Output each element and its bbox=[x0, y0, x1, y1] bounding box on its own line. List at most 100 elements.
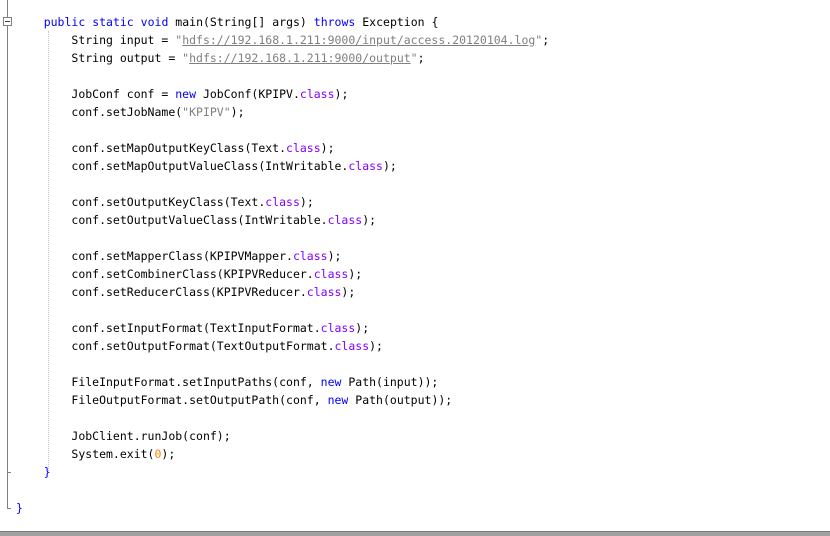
code-line[interactable] bbox=[16, 409, 549, 427]
code-area[interactable]: public static void main(String[] args) t… bbox=[16, 13, 549, 517]
code-editor[interactable]: public static void main(String[] args) t… bbox=[0, 0, 830, 536]
code-token: conf.setReducerClass(KPIPVReducer. bbox=[71, 285, 307, 299]
code-line[interactable]: String input = "hdfs://192.168.1.211:900… bbox=[16, 31, 549, 49]
code-line[interactable]: String output = "hdfs://192.168.1.211:90… bbox=[16, 49, 549, 67]
code-token: throws bbox=[313, 15, 356, 29]
code-line[interactable] bbox=[16, 481, 549, 499]
code-line[interactable]: conf.setJobName("KPIPV"); bbox=[16, 103, 549, 121]
code-token: JobConf(KPIPV. bbox=[196, 87, 300, 101]
code-token: class bbox=[286, 141, 321, 155]
code-token: conf.setCombinerClass(KPIPVReducer. bbox=[71, 267, 314, 281]
code-token: new bbox=[320, 375, 342, 389]
code-token: ); bbox=[299, 195, 314, 209]
code-token: ); bbox=[369, 339, 383, 353]
code-token: conf.setOutputKeyClass(Text. bbox=[71, 195, 266, 209]
code-line[interactable]: } bbox=[16, 463, 549, 481]
code-link[interactable]: hdfs://192.168.1.211:9000/output bbox=[189, 51, 411, 65]
code-token: } bbox=[16, 501, 23, 515]
code-token: main(String[] args) bbox=[168, 15, 314, 29]
code-line[interactable] bbox=[16, 175, 549, 193]
code-token: class bbox=[306, 285, 342, 299]
code-token: ); bbox=[334, 87, 349, 101]
code-token: new bbox=[327, 393, 349, 407]
code-line[interactable]: conf.setInputFormat(TextInputFormat.clas… bbox=[16, 319, 549, 337]
fold-end-marker bbox=[7, 472, 11, 473]
code-token: "KPIPV" bbox=[182, 105, 231, 119]
code-line[interactable]: JobConf conf = new JobConf(KPIPV.class); bbox=[16, 85, 549, 103]
code-token: conf.setJobName( bbox=[71, 105, 183, 119]
code-token: ); bbox=[348, 267, 363, 281]
code-token: Path(input)); bbox=[341, 375, 439, 389]
code-line[interactable]: conf.setMapOutputKeyClass(Text.class); bbox=[16, 139, 549, 157]
code-token: public bbox=[43, 15, 86, 29]
code-line[interactable]: FileInputFormat.setInputPaths(conf, new … bbox=[16, 373, 549, 391]
code-token: ; bbox=[417, 51, 425, 65]
horizontal-scrollbar[interactable] bbox=[0, 531, 830, 536]
code-token: conf.setMapOutputKeyClass(Text. bbox=[71, 141, 287, 155]
code-token: conf.setInputFormat(TextInputFormat. bbox=[71, 321, 321, 335]
code-token: FileInputFormat.setInputPaths(conf, bbox=[71, 375, 321, 389]
code-line[interactable]: conf.setMapOutputValueClass(IntWritable.… bbox=[16, 157, 549, 175]
code-line[interactable]: System.exit(0); bbox=[16, 445, 549, 463]
code-token: ); bbox=[320, 141, 335, 155]
code-line[interactable]: conf.setOutputFormat(TextOutputFormat.cl… bbox=[16, 337, 549, 355]
code-token: conf.setOutputFormat(TextOutputFormat. bbox=[71, 339, 335, 353]
code-token: class bbox=[313, 267, 349, 281]
code-line[interactable]: JobClient.runJob(conf); bbox=[16, 427, 549, 445]
code-token: class bbox=[327, 213, 363, 227]
code-line[interactable] bbox=[16, 67, 549, 85]
code-line[interactable] bbox=[16, 229, 549, 247]
code-token: new bbox=[175, 87, 197, 101]
code-token: void bbox=[140, 15, 169, 29]
fold-end-marker bbox=[7, 508, 11, 509]
code-token: conf.setOutputValueClass(IntWritable. bbox=[71, 213, 328, 227]
code-token: FileOutputFormat.setOutputPath(conf, bbox=[71, 393, 328, 407]
code-token: Path(output)); bbox=[348, 393, 453, 407]
code-token: Exception { bbox=[355, 15, 439, 29]
code-token: static bbox=[92, 15, 134, 29]
code-line[interactable] bbox=[16, 301, 549, 319]
fold-margin bbox=[0, 0, 16, 530]
fold-collapse-icon[interactable] bbox=[3, 17, 12, 26]
code-line[interactable]: conf.setCombinerClass(KPIPVReducer.class… bbox=[16, 265, 549, 283]
code-line[interactable]: public static void main(String[] args) t… bbox=[16, 13, 549, 31]
code-line[interactable]: } bbox=[16, 499, 549, 517]
code-token: class bbox=[334, 339, 370, 353]
code-line[interactable]: conf.setOutputKeyClass(Text.class); bbox=[16, 193, 549, 211]
code-token: class bbox=[348, 159, 383, 173]
code-token: ; bbox=[542, 33, 550, 47]
code-line[interactable]: conf.setOutputValueClass(IntWritable.cla… bbox=[16, 211, 549, 229]
code-token: } bbox=[43, 465, 51, 479]
code-token: JobConf conf = bbox=[71, 87, 176, 101]
code-line[interactable]: FileOutputFormat.setOutputPath(conf, new… bbox=[16, 391, 549, 409]
code-line[interactable]: conf.setReducerClass(KPIPVReducer.class)… bbox=[16, 283, 549, 301]
code-token: System.exit( bbox=[71, 447, 155, 461]
code-token: ); bbox=[161, 447, 176, 461]
code-line[interactable] bbox=[16, 121, 549, 139]
code-line[interactable] bbox=[16, 355, 549, 373]
code-token: conf.setMapperClass(KPIPVMapper. bbox=[71, 249, 293, 263]
code-token: JobClient.runJob(conf); bbox=[71, 429, 231, 443]
code-token: ); bbox=[382, 159, 397, 173]
code-token: ); bbox=[355, 321, 370, 335]
code-token: ); bbox=[341, 285, 356, 299]
code-link[interactable]: hdfs://192.168.1.211:9000/input/access.2… bbox=[182, 33, 535, 47]
code-line[interactable]: conf.setMapperClass(KPIPVMapper.class); bbox=[16, 247, 549, 265]
